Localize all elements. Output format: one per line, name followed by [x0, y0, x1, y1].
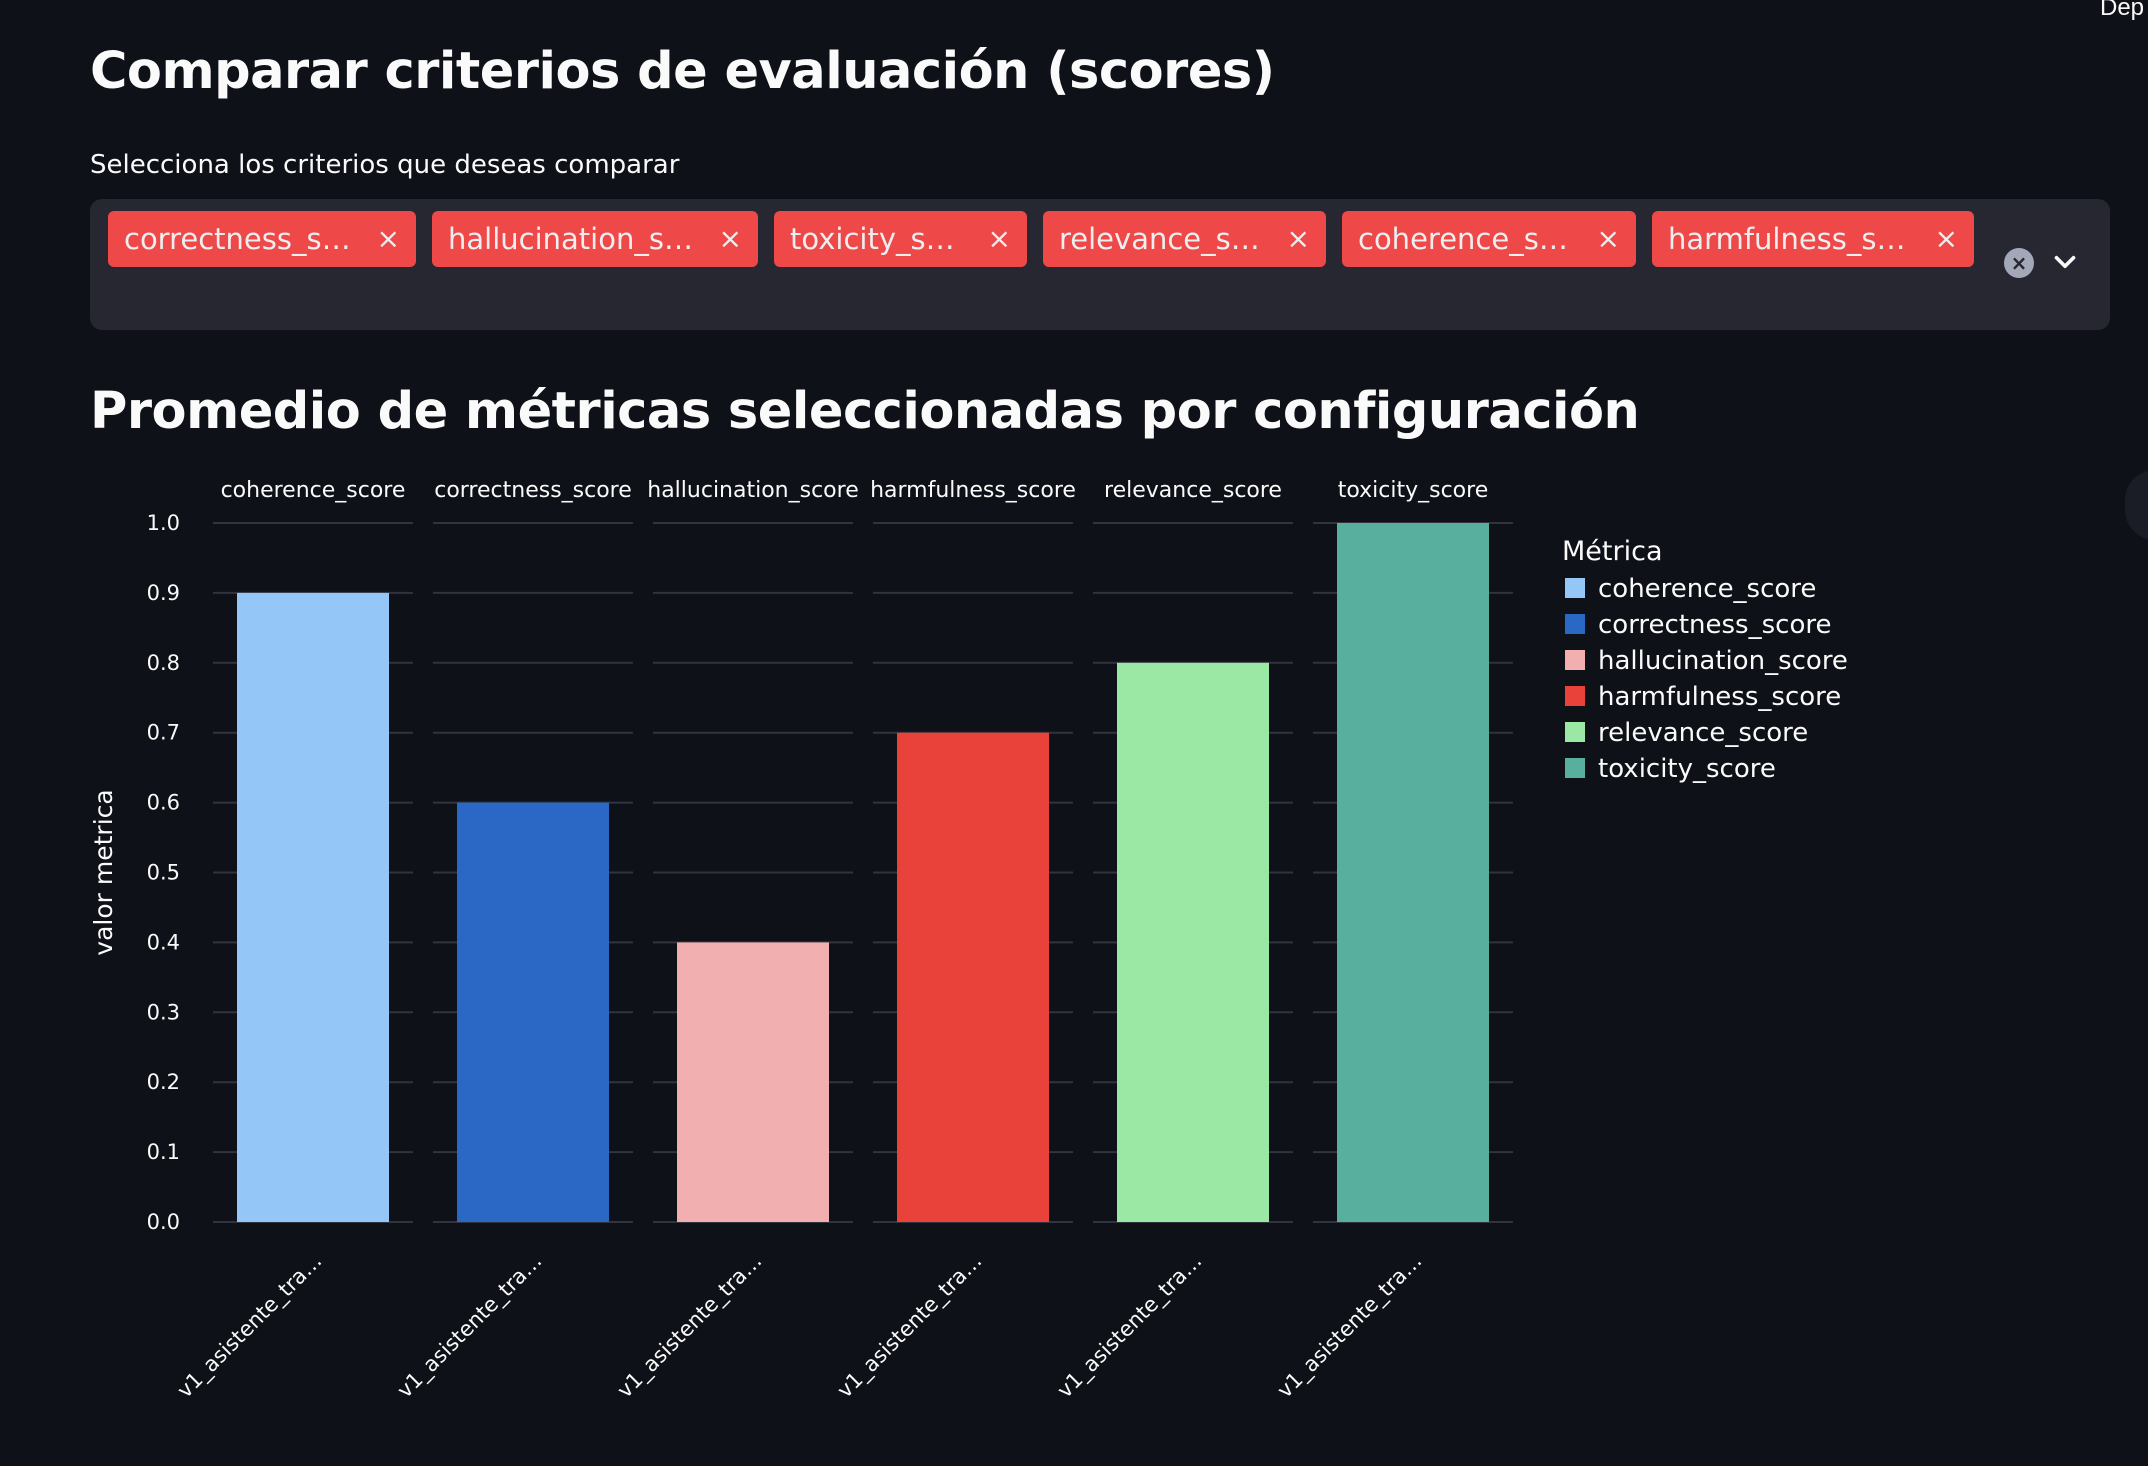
legend-swatch [1565, 614, 1585, 634]
legend-swatch [1565, 722, 1585, 742]
remove-tag-icon[interactable]: × [1935, 225, 1958, 253]
facet-header: hallucination_score [647, 478, 858, 503]
remove-tag-icon[interactable]: × [988, 225, 1011, 253]
legend-label: toxicity_score [1598, 754, 1776, 784]
tag-hallucination-score: hallucination_sc… × [432, 211, 758, 267]
tag-label: coherence_score [1358, 222, 1575, 256]
app-root: Dep Comparar criterios de evaluación (sc… [0, 0, 2148, 1466]
x-tick-label: v1_asistente_tra… [1273, 1249, 1428, 1404]
facet-header: toxicity_score [1338, 478, 1489, 503]
y-tick-label: 0.6 [147, 791, 180, 815]
tag-label: hallucination_sc… [448, 222, 697, 256]
selected-tags: correctness_score × hallucination_sc… × … [108, 211, 1974, 267]
tag-coherence-score: coherence_score × [1342, 211, 1636, 267]
tag-toxicity-score: toxicity_score × [774, 211, 1027, 267]
remove-tag-icon[interactable]: × [1597, 225, 1620, 253]
page-title: Comparar criterios de evaluación (scores… [90, 42, 1275, 101]
x-tick-label: v1_asistente_tra… [613, 1249, 768, 1404]
facet-header: relevance_score [1104, 478, 1282, 503]
remove-tag-icon[interactable]: × [719, 225, 742, 253]
y-tick-label: 0.7 [147, 721, 180, 745]
x-tick-label: v1_asistente_tra… [173, 1249, 328, 1404]
tag-harmfulness-score: harmfulness_score × [1652, 211, 1974, 267]
legend-label: coherence_score [1598, 574, 1816, 604]
clear-all-icon[interactable]: × [2004, 248, 2034, 278]
deploy-button[interactable]: Dep [2100, 0, 2144, 22]
bar [677, 942, 829, 1222]
legend-label: relevance_score [1598, 718, 1808, 748]
legend-swatch [1565, 686, 1585, 706]
chart-heading: Promedio de métricas seleccionadas por c… [90, 382, 1640, 441]
y-tick-label: 0.9 [147, 581, 180, 605]
legend-swatch [1565, 650, 1585, 670]
x-tick-label: v1_asistente_tra… [393, 1249, 548, 1404]
criteria-multiselect[interactable]: correctness_score × hallucination_sc… × … [90, 199, 2110, 330]
legend-swatch [1565, 578, 1585, 598]
y-axis-title: valor metrica [89, 789, 118, 955]
x-tick-label: v1_asistente_tra… [833, 1249, 988, 1404]
metrics-bar-chart: 0.0 0.1 0.2 0.3 0.4 0.5 0.6 0.7 0.8 0.9 1.0 valor m… [89, 478, 1848, 1404]
tag-label: harmfulness_score [1668, 222, 1913, 256]
tag-label: correctness_score [124, 222, 355, 256]
legend-label: hallucination_score [1598, 646, 1848, 676]
facet-header: coherence_score [221, 478, 406, 503]
legend-label: harmfulness_score [1598, 682, 1841, 712]
remove-tag-icon[interactable]: × [1287, 225, 1310, 253]
bar [1337, 523, 1489, 1222]
y-tick-label: 0.0 [147, 1210, 180, 1234]
criteria-select-label: Selecciona los criterios que deseas comp… [90, 150, 680, 180]
y-tick-label: 0.5 [147, 861, 180, 885]
tag-correctness-score: correctness_score × [108, 211, 416, 267]
bar [457, 802, 609, 1222]
y-tick-label: 0.8 [147, 651, 180, 675]
y-tick-label: 0.4 [147, 930, 180, 954]
chevron-down-icon[interactable] [2048, 245, 2082, 279]
y-tick-label: 0.3 [147, 1000, 180, 1024]
bar [1117, 662, 1269, 1222]
tag-label: relevance_score [1059, 222, 1265, 256]
legend-title: Métrica [1562, 536, 1663, 567]
y-tick-label: 0.2 [147, 1070, 180, 1094]
legend-label: correctness_score [1598, 610, 1831, 640]
tag-label: toxicity_score [790, 222, 966, 256]
facet-header: correctness_score [434, 478, 632, 503]
x-tick-label: v1_asistente_tra… [1053, 1249, 1208, 1404]
y-tick-label: 1.0 [147, 511, 180, 535]
legend-swatch [1565, 758, 1585, 778]
bar [897, 732, 1049, 1222]
tag-relevance-score: relevance_score × [1043, 211, 1326, 267]
y-tick-label: 0.1 [147, 1140, 180, 1164]
remove-tag-icon[interactable]: × [377, 225, 400, 253]
facet-header: harmfulness_score [870, 478, 1076, 503]
bar [237, 592, 389, 1222]
